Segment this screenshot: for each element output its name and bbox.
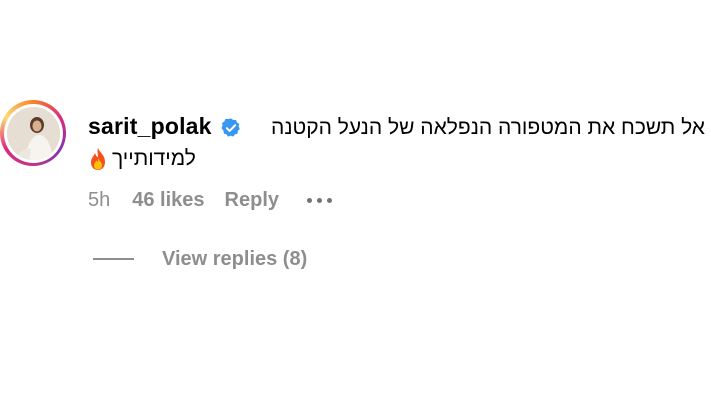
comment-timestamp[interactable]: 5h	[88, 189, 110, 212]
view-replies[interactable]: View replies (8)	[93, 245, 307, 273]
more-dot	[317, 197, 323, 203]
more-dot	[327, 197, 333, 203]
reply-button[interactable]: Reply	[225, 189, 279, 212]
more-dot	[307, 197, 313, 203]
comment-meta: 5h 46 likes Reply	[88, 186, 333, 214]
comment-text-line2: למידותייך	[112, 147, 196, 170]
avatar-photo	[6, 106, 60, 160]
view-replies-button[interactable]: View replies (8)	[162, 248, 307, 271]
avatar-ring-gap	[3, 103, 63, 163]
fire-emoji	[91, 148, 105, 170]
comment-text-line2-wrap: למידותייך	[88, 146, 196, 172]
avatar[interactable]	[6, 106, 60, 160]
verified-badge-icon	[221, 118, 240, 137]
avatar-story-ring[interactable]	[0, 100, 66, 166]
replies-divider	[93, 258, 134, 260]
more-options-icon[interactable]	[307, 197, 333, 203]
comment-text-line1: אל תשכח את המטפורה הנפלאה של הנעל הקטנה	[271, 116, 705, 139]
likes-count[interactable]: 46 likes	[132, 189, 204, 212]
comment-username[interactable]: sarit_polak	[88, 112, 212, 140]
